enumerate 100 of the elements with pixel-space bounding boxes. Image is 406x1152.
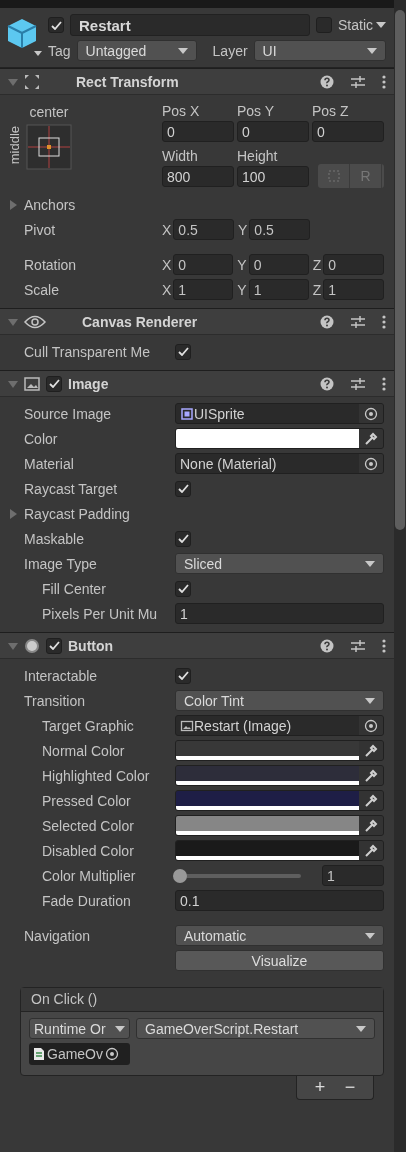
static-checkbox[interactable] xyxy=(316,17,332,33)
number-field[interactable]: 0.5 xyxy=(173,219,234,240)
tag-label: Tag xyxy=(48,42,71,59)
axis-label: Y xyxy=(238,221,248,238)
object-picker-icon[interactable] xyxy=(364,718,378,733)
checkbox[interactable] xyxy=(175,480,191,497)
help-icon[interactable] xyxy=(320,314,334,329)
number-field[interactable]: 1 xyxy=(173,279,234,300)
number-field[interactable]: 0 xyxy=(323,254,384,275)
name-field[interactable]: Restart xyxy=(70,14,310,36)
property-label: Material xyxy=(24,455,75,472)
more-menu-icon[interactable] xyxy=(382,74,386,89)
color-field[interactable] xyxy=(175,765,384,786)
layer-dropdown[interactable]: UI xyxy=(253,40,386,61)
dropdown[interactable]: Automatic xyxy=(175,925,384,946)
caret-icon xyxy=(365,697,375,704)
remove-button[interactable]: − xyxy=(337,1076,363,1099)
caret-icon xyxy=(356,1025,366,1032)
enabled-checkbox[interactable] xyxy=(46,637,62,654)
event-title: On Click () xyxy=(31,991,98,1007)
more-menu-icon[interactable] xyxy=(382,314,386,329)
property-label: Pivot xyxy=(24,221,56,238)
number-field[interactable]: 0 xyxy=(237,121,309,142)
tag-dropdown[interactable]: Untagged xyxy=(76,40,197,61)
object-picker-icon[interactable] xyxy=(105,1047,119,1061)
eyedropper-icon[interactable] xyxy=(364,793,378,808)
object-field[interactable]: UISprite xyxy=(175,403,384,424)
caret-icon xyxy=(177,47,188,54)
eyedropper-icon[interactable] xyxy=(364,768,378,783)
property-label: Disabled Color xyxy=(42,842,135,859)
enabled-checkbox[interactable] xyxy=(46,375,62,392)
number-field[interactable]: 1 xyxy=(175,603,384,624)
presets-icon[interactable] xyxy=(350,74,366,89)
eyedropper-icon[interactable] xyxy=(364,843,378,858)
eye-icon xyxy=(24,314,46,329)
presets-icon[interactable] xyxy=(350,314,366,329)
runtime-dropdown[interactable]: Runtime Or xyxy=(29,1018,130,1039)
number-field[interactable]: 100 xyxy=(237,166,309,187)
help-icon[interactable] xyxy=(320,74,334,89)
object-field[interactable]: GameOv xyxy=(29,1043,130,1065)
foldout-label[interactable]: Raycast Padding xyxy=(24,505,175,522)
component-title: Image xyxy=(68,375,110,392)
field-label: Pos X xyxy=(162,103,201,119)
number-field[interactable]: 0 xyxy=(173,254,234,275)
slider-thumb[interactable] xyxy=(173,868,187,883)
property-label: Fill Center xyxy=(42,580,107,597)
number-field[interactable]: 0 xyxy=(162,121,234,142)
checkbox[interactable] xyxy=(175,343,191,360)
visualize-button[interactable]: Visualize xyxy=(175,950,384,971)
field-label: Pos Y xyxy=(237,103,276,119)
help-icon[interactable] xyxy=(320,638,334,653)
function-dropdown[interactable]: GameOverScript.Restart xyxy=(136,1018,375,1039)
static-dropdown[interactable]: Static xyxy=(338,17,386,33)
number-field[interactable]: 0.1 xyxy=(175,890,384,911)
more-menu-icon[interactable] xyxy=(382,376,386,391)
presets-icon[interactable] xyxy=(350,376,366,391)
number-field[interactable]: 1 xyxy=(248,279,309,300)
object-field[interactable]: None (Material) xyxy=(175,453,384,474)
number-field[interactable]: 1 xyxy=(322,865,384,886)
color-field[interactable] xyxy=(175,790,384,811)
property-label: Color Multiplier xyxy=(42,867,137,884)
number-field[interactable]: 0 xyxy=(312,121,384,142)
object-picker-icon[interactable] xyxy=(364,406,378,421)
more-menu-icon[interactable] xyxy=(382,638,386,653)
presets-icon[interactable] xyxy=(350,638,366,653)
object-picker-icon[interactable] xyxy=(364,456,378,471)
number-field[interactable]: 1 xyxy=(323,279,384,300)
eyedropper-icon[interactable] xyxy=(364,431,378,446)
color-field[interactable] xyxy=(175,740,384,761)
property-label: Raycast Target xyxy=(24,480,119,497)
eyedropper-icon[interactable] xyxy=(364,743,378,758)
scrollbar[interactable] xyxy=(394,0,406,1152)
field-label: Pos Z xyxy=(312,103,350,119)
axis-label: Y xyxy=(237,256,247,273)
active-checkbox[interactable] xyxy=(48,17,64,33)
component-title: Button xyxy=(68,637,115,654)
color-field[interactable] xyxy=(175,428,384,449)
foldout-label[interactable]: Anchors xyxy=(24,196,76,213)
dropdown[interactable]: Color Tint xyxy=(175,690,384,711)
number-field[interactable]: 0.5 xyxy=(249,219,310,240)
number-field[interactable]: 0 xyxy=(248,254,309,275)
object-field[interactable]: Restart (Image) xyxy=(175,715,384,736)
number-field[interactable]: 800 xyxy=(162,166,234,187)
checkbox[interactable] xyxy=(175,580,191,597)
field-label: Height xyxy=(237,148,279,164)
script-icon xyxy=(33,1047,45,1061)
dropdown[interactable]: Sliced xyxy=(175,553,384,574)
checkbox[interactable] xyxy=(175,530,191,547)
property-label: Cull Transparent Me xyxy=(24,343,152,360)
anchor-presets-icon[interactable] xyxy=(26,123,72,170)
caret-icon xyxy=(365,560,375,567)
caret-icon xyxy=(365,932,375,939)
property-label: Highlighted Color xyxy=(42,767,151,784)
checkbox[interactable] xyxy=(175,667,191,684)
color-field[interactable] xyxy=(175,840,384,861)
eyedropper-icon[interactable] xyxy=(364,818,378,833)
property-label: Color xyxy=(24,430,59,447)
help-icon[interactable] xyxy=(320,376,334,391)
color-field[interactable] xyxy=(175,815,384,836)
add-button[interactable]: + xyxy=(307,1076,333,1099)
